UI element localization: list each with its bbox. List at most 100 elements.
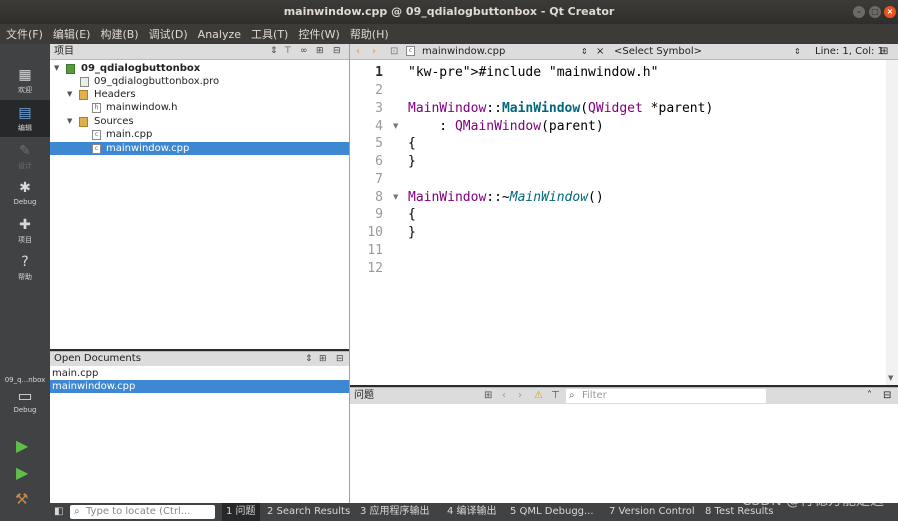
close-document-icon[interactable]: × bbox=[596, 44, 604, 59]
sort-icon[interactable]: ⇕ bbox=[270, 44, 278, 59]
tab-compile-output[interactable]: 4 编译输出 bbox=[447, 503, 497, 521]
line-number: 11 bbox=[367, 243, 383, 258]
tree-item-label: mainwindow.cpp bbox=[106, 143, 190, 154]
edit-icon: ▤ bbox=[18, 105, 32, 121]
locator-input[interactable]: ⌕ Type to locate (Ctrl... bbox=[70, 505, 215, 519]
split-icon[interactable]: ⊞ bbox=[316, 44, 324, 59]
filter-icon[interactable]: ⊤ bbox=[284, 44, 292, 59]
bug-icon: ✱ bbox=[19, 180, 31, 196]
link-icon[interactable]: ∞ bbox=[300, 44, 308, 59]
title-bar: mainwindow.cpp @ 09_qdialogbuttonbox - Q… bbox=[0, 0, 898, 24]
tab-issues[interactable]: 1 问题 bbox=[222, 503, 260, 521]
split-icon[interactable]: ⊞ bbox=[880, 44, 888, 59]
build-hammer-icon[interactable]: ⚒ bbox=[15, 490, 28, 508]
open-documents-header: Open Documents ⇕ ⊞ ⊟ bbox=[50, 351, 349, 366]
tree-item-pro-file[interactable]: 09_qdialogbuttonbox.pro bbox=[50, 75, 349, 88]
help-icon: ? bbox=[21, 254, 29, 270]
tab-qml-debugger[interactable]: 5 QML Debugg... bbox=[510, 503, 594, 521]
warning-icon[interactable]: ⚠ bbox=[534, 388, 543, 404]
line-number-gutter: 1 2 3 4 5 6 7 8 9 10 11 12 ▼ ▼ bbox=[350, 60, 405, 385]
menu-help[interactable]: 帮助(H) bbox=[350, 26, 389, 42]
issues-header: 问题 ⊞ ‹ › ⚠ ⊤ ⌕ Filter ˄ ⊟ bbox=[350, 387, 898, 404]
tree-item-project[interactable]: ▼ 09_qdialogbuttonbox bbox=[50, 62, 349, 75]
scroll-down-icon[interactable]: ▼ bbox=[888, 374, 893, 382]
tree-item-sources[interactable]: ▼ Sources bbox=[50, 115, 349, 128]
kit-config: Debug bbox=[13, 406, 37, 414]
wrench-icon: ✚ bbox=[19, 217, 31, 233]
line-number: 3 bbox=[375, 101, 383, 116]
line-number: 4 bbox=[375, 119, 383, 134]
projects-header: 项目 ⇕ ⊤ ∞ ⊞ ⊟ bbox=[50, 44, 349, 60]
menu-debug[interactable]: 调试(D) bbox=[149, 26, 188, 42]
maximize-icon[interactable]: □ bbox=[869, 6, 881, 18]
forward-arrow-icon[interactable]: › bbox=[372, 44, 376, 59]
maximize-pane-icon[interactable]: ˄ bbox=[867, 388, 872, 404]
tree-item-mainwindow-h[interactable]: h mainwindow.h bbox=[50, 101, 349, 114]
project-icon bbox=[66, 64, 75, 74]
expand-icon[interactable]: ▼ bbox=[54, 62, 59, 75]
sort-icon[interactable]: ⇕ bbox=[305, 352, 313, 366]
tree-item-main-cpp[interactable]: c main.cpp bbox=[50, 128, 349, 141]
mode-label: 编辑 bbox=[18, 124, 32, 132]
code-line: MainWindow::MainWindow(QWidget *parent) bbox=[408, 101, 714, 116]
tab-app-output[interactable]: 3 应用程序输出 bbox=[360, 503, 430, 521]
projects-title: 项目 bbox=[54, 46, 74, 57]
menu-window[interactable]: 控件(W) bbox=[298, 26, 339, 42]
prev-arrow-icon[interactable]: ‹ bbox=[502, 388, 506, 404]
line-number: 5 bbox=[375, 136, 383, 151]
filter-input[interactable]: ⌕ Filter bbox=[566, 389, 766, 403]
mode-edit[interactable]: ▤ 编辑 bbox=[0, 100, 50, 137]
expand-icon[interactable]: ▼ bbox=[67, 88, 72, 101]
fold-arrow-icon[interactable]: ▼ bbox=[393, 122, 398, 130]
tree-item-headers[interactable]: ▼ Headers bbox=[50, 88, 349, 101]
mode-label: 设计 bbox=[18, 162, 32, 170]
close-icon[interactable]: × bbox=[884, 6, 896, 18]
dropdown-icon[interactable]: ⇕ bbox=[581, 44, 588, 59]
split-icon[interactable]: ⊞ bbox=[319, 352, 327, 366]
cursor-position: Line: 1, Col: 1 bbox=[815, 46, 884, 57]
toggle-sidebar-icon[interactable]: ◧ bbox=[54, 503, 63, 521]
menu-build[interactable]: 构建(B) bbox=[100, 26, 138, 42]
mode-sidebar: ▦ 欢迎 ▤ 编辑 ✎ 设计 ✱ Debug ✚ 项目 ? 帮助 09_q...… bbox=[0, 44, 50, 521]
line-number: 6 bbox=[375, 154, 383, 169]
window-title: mainwindow.cpp @ 09_qdialogbuttonbox - Q… bbox=[283, 5, 615, 18]
expand-icon[interactable]: ▼ bbox=[67, 115, 72, 128]
menu-file[interactable]: 文件(F) bbox=[6, 26, 43, 42]
source-file-icon: c bbox=[406, 46, 415, 56]
editor-file-selector[interactable]: mainwindow.cpp bbox=[422, 44, 505, 59]
run-icon[interactable]: ▶ bbox=[16, 436, 28, 455]
tab-version-control[interactable]: 7 Version Control bbox=[609, 503, 695, 521]
open-doc-main-cpp[interactable]: main.cpp bbox=[50, 367, 349, 380]
line-number: 8 bbox=[375, 190, 383, 205]
menu-edit[interactable]: 编辑(E) bbox=[53, 26, 91, 42]
mode-projects[interactable]: ✚ 项目 bbox=[0, 212, 50, 249]
symbol-selector[interactable]: <Select Symbol> bbox=[614, 44, 702, 59]
monitor-icon: ▭ bbox=[17, 386, 33, 405]
tree-item-mainwindow-cpp[interactable]: c mainwindow.cpp bbox=[50, 142, 349, 155]
tab-search-results[interactable]: 2 Search Results bbox=[267, 503, 350, 521]
menu-analyze[interactable]: Analyze bbox=[198, 28, 241, 41]
editor-scrollbar[interactable]: ▼ bbox=[886, 60, 898, 385]
folder-icon bbox=[79, 90, 88, 100]
mode-help[interactable]: ? 帮助 bbox=[0, 249, 50, 286]
menu-tools[interactable]: 工具(T) bbox=[251, 26, 288, 42]
dropdown-icon[interactable]: ⇕ bbox=[794, 44, 801, 59]
code-editor[interactable]: 1 2 3 4 5 6 7 8 9 10 11 12 ▼ ▼ "kw-pre">… bbox=[350, 60, 898, 385]
filter-icon[interactable]: ⊤ bbox=[551, 388, 560, 404]
mode-debug[interactable]: ✱ Debug bbox=[0, 175, 50, 212]
back-arrow-icon[interactable]: ‹ bbox=[356, 44, 360, 59]
filter-placeholder: Filter bbox=[582, 390, 607, 401]
mode-design[interactable]: ✎ 设计 bbox=[0, 138, 50, 175]
debug-run-icon[interactable]: ▶ bbox=[16, 463, 28, 482]
fold-arrow-icon[interactable]: ▼ bbox=[393, 193, 398, 201]
mode-welcome[interactable]: ▦ 欢迎 bbox=[0, 62, 50, 99]
tree-icon[interactable]: ⊞ bbox=[484, 388, 492, 404]
next-arrow-icon[interactable]: › bbox=[518, 388, 522, 404]
close-pane-icon[interactable]: ⊟ bbox=[336, 352, 344, 366]
open-doc-mainwindow-cpp[interactable]: mainwindow.cpp bbox=[50, 380, 349, 393]
close-pane-icon[interactable]: ⊟ bbox=[883, 388, 891, 404]
minimize-icon[interactable]: – bbox=[853, 6, 865, 18]
close-pane-icon[interactable]: ⊟ bbox=[333, 44, 341, 59]
issues-list bbox=[350, 404, 898, 503]
source-file-icon: c bbox=[92, 144, 101, 154]
